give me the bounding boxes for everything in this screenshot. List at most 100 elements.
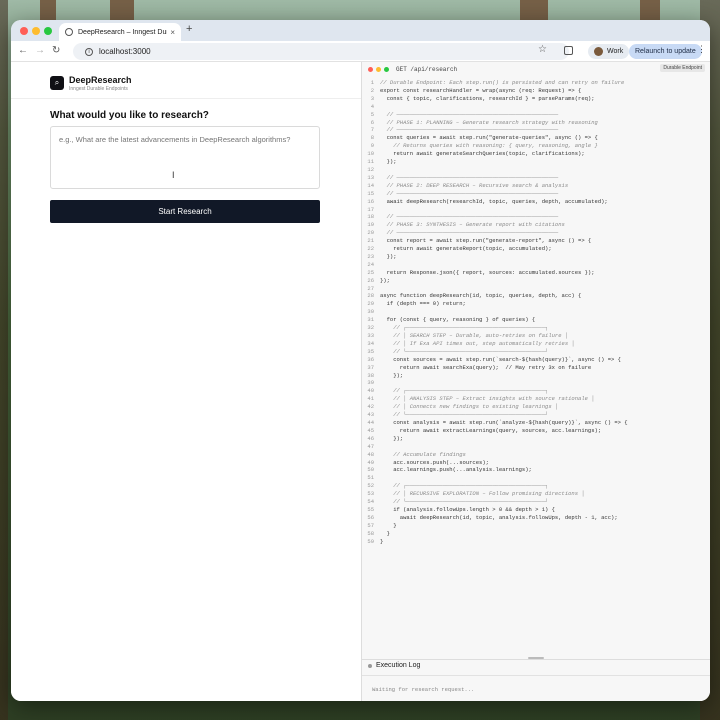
code-line: 43 // └─────────────────────────────────… bbox=[364, 411, 709, 419]
line-number: 29 bbox=[367, 300, 374, 308]
code-line: 12 bbox=[364, 166, 709, 174]
line-number: 53 bbox=[367, 490, 374, 498]
code-line: 38 }); bbox=[364, 372, 709, 380]
tab-title: DeepResearch – Inngest Durab bbox=[78, 28, 168, 36]
code-line: 25 return Response.json({ report, source… bbox=[364, 269, 709, 277]
line-number: 18 bbox=[367, 213, 374, 221]
code-line: 28 async function deepResearch(id, topic,… bbox=[364, 292, 709, 300]
code-line: 46 }); bbox=[364, 435, 709, 443]
code-line: 41 // │ ANALYSIS STEP – Extract insights… bbox=[364, 395, 709, 403]
research-input[interactable] bbox=[50, 126, 320, 189]
execution-log-header[interactable]: Execution Log bbox=[368, 662, 420, 669]
code-text: const analysis = await step.run(`analyze… bbox=[380, 418, 628, 426]
line-number: 11 bbox=[367, 158, 374, 166]
line-number: 30 bbox=[367, 308, 374, 316]
line-number: 16 bbox=[367, 197, 374, 205]
back-arrow-icon[interactable]: ← bbox=[18, 45, 28, 56]
line-number: 49 bbox=[367, 458, 374, 466]
code-text: // │ Connects new findings to existing l… bbox=[380, 403, 559, 411]
code-line: 19 // PHASE 3: SYNTHESIS – Generate repo… bbox=[364, 221, 709, 229]
code-line: 50 acc.learnings.push(...analysis.learni… bbox=[364, 466, 709, 474]
code-line: 54 // └─────────────────────────────────… bbox=[364, 498, 709, 506]
close-tab-icon[interactable]: × bbox=[170, 28, 175, 37]
line-number: 33 bbox=[367, 332, 374, 339]
code-text: }); bbox=[380, 158, 397, 166]
code-text: // ┌────────────────────────────────────… bbox=[380, 324, 549, 332]
code-text: return await extractLearnings(query, sou… bbox=[380, 426, 602, 434]
code-text: const { topic, clarifications, researchI… bbox=[380, 94, 595, 102]
code-text: }); bbox=[380, 371, 404, 379]
code-text: // Returns queries with reasoning: { que… bbox=[380, 142, 598, 150]
code-text: export const researchHandler = wrap(asyn… bbox=[380, 86, 582, 94]
code-text: // ─────────────────────────────────────… bbox=[380, 189, 559, 197]
bookmark-star-icon[interactable]: ☆ bbox=[538, 44, 547, 55]
code-listing[interactable]: 1 // Durable Endpoint: Each step.run() is… bbox=[364, 79, 709, 603]
line-number: 39 bbox=[367, 379, 374, 387]
code-line: 45 return await extractLearnings(query, … bbox=[364, 427, 709, 435]
extensions-icon[interactable] bbox=[564, 46, 573, 55]
code-text: return await searchExa(query); // May re… bbox=[380, 363, 592, 371]
code-text: const sources = await step.run(`search-$… bbox=[380, 355, 621, 363]
background-tree bbox=[520, 0, 548, 20]
code-text: if (depth === 0) return; bbox=[380, 300, 466, 308]
execution-log-title: Execution Log bbox=[376, 662, 421, 669]
browser-menu-icon[interactable]: ⋮ bbox=[697, 44, 706, 55]
globe-icon bbox=[65, 28, 73, 36]
page-content: ⌕ DeepResearch Inngest Durable Endpoints… bbox=[11, 62, 710, 701]
code-line: 53 // │ RECURSIVE EXPLORATION – Follow p… bbox=[364, 490, 709, 498]
tab-bar: DeepResearch – Inngest Durab × + bbox=[11, 20, 710, 41]
line-number: 31 bbox=[367, 316, 374, 324]
code-line: 24 bbox=[364, 261, 709, 269]
profile-button[interactable]: Work bbox=[588, 44, 630, 59]
line-number: 17 bbox=[367, 205, 374, 213]
line-number: 5 bbox=[370, 110, 374, 118]
code-text: acc.learnings.push(...analysis.learnings… bbox=[380, 466, 532, 474]
line-number: 25 bbox=[367, 268, 374, 276]
line-number: 20 bbox=[367, 229, 374, 237]
line-number: 28 bbox=[367, 292, 374, 300]
relaunch-button[interactable]: Relaunch to update bbox=[629, 44, 702, 59]
code-line: 40 // ┌─────────────────────────────────… bbox=[364, 387, 709, 395]
profile-label: Work bbox=[607, 48, 624, 55]
code-panel-header: GET /api/research bbox=[362, 62, 710, 76]
line-number: 44 bbox=[367, 418, 374, 426]
maximize-window-button[interactable] bbox=[44, 27, 52, 35]
address-bar: ← → ↻ i localhost:3000 ☆ Work Relaunch t… bbox=[11, 41, 710, 62]
line-number: 24 bbox=[367, 260, 374, 268]
line-number: 8 bbox=[370, 134, 374, 142]
code-line: 59} bbox=[364, 538, 709, 546]
site-info-icon[interactable]: i bbox=[85, 47, 93, 56]
code-text: // PHASE 1: PLANNING – Generate research… bbox=[380, 118, 598, 126]
code-text: for (const { query, reasoning } of queri… bbox=[380, 316, 536, 324]
browser-tab[interactable]: DeepResearch – Inngest Durab × bbox=[59, 23, 181, 41]
reload-icon[interactable]: ↻ bbox=[52, 45, 60, 56]
browser-window: DeepResearch – Inngest Durab × + ← → ↻ i… bbox=[11, 20, 710, 701]
code-text: // ─────────────────────────────────────… bbox=[380, 110, 559, 118]
code-line: 7 // ───────────────────────────────────… bbox=[364, 126, 709, 134]
line-number: 10 bbox=[367, 150, 374, 158]
code-text: // Durable Endpoint: Each step.run() is … bbox=[380, 79, 625, 86]
line-number: 14 bbox=[367, 181, 374, 189]
code-line: 11 }); bbox=[364, 158, 709, 166]
red-dot-icon bbox=[368, 66, 373, 72]
code-text: }); bbox=[380, 252, 397, 260]
line-number: 40 bbox=[367, 387, 374, 395]
line-number: 34 bbox=[367, 339, 374, 347]
close-window-button[interactable] bbox=[20, 27, 28, 35]
code-text: } bbox=[380, 537, 384, 545]
minimize-window-button[interactable] bbox=[32, 27, 40, 35]
url-field[interactable]: i localhost:3000 bbox=[73, 43, 569, 60]
code-line: 1 // Durable Endpoint: Each step.run() is… bbox=[364, 79, 709, 87]
line-number: 46 bbox=[367, 434, 374, 442]
line-number: 52 bbox=[367, 482, 374, 490]
forward-arrow-icon[interactable]: → bbox=[35, 45, 45, 56]
code-line: 18 // ──────────────────────────────────… bbox=[364, 213, 709, 221]
code-line: 44 const analysis = await step.run(`anal… bbox=[364, 419, 709, 427]
execution-log-status: Waiting for research request... bbox=[372, 686, 475, 693]
line-number: 51 bbox=[367, 474, 374, 482]
code-line: 29 if (depth === 0) return; bbox=[364, 300, 709, 308]
start-research-button[interactable]: Start Research bbox=[50, 200, 320, 223]
code-text: acc.sources.push(...sources); bbox=[380, 458, 489, 466]
new-tab-button[interactable]: + bbox=[186, 23, 192, 35]
code-line: 13 // ──────────────────────────────────… bbox=[364, 174, 709, 182]
